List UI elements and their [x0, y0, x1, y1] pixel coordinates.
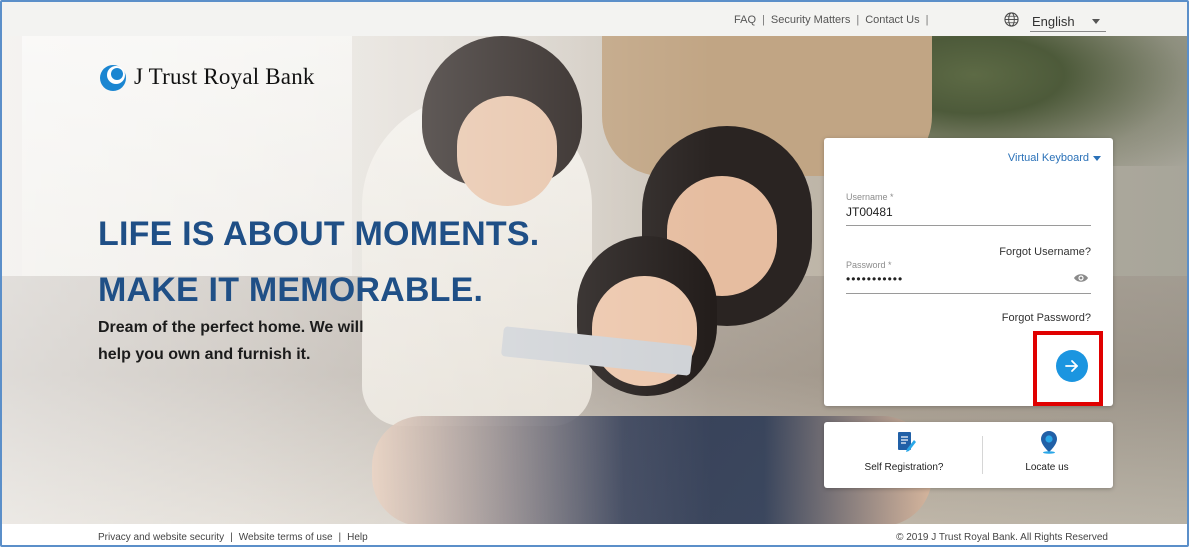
virtual-keyboard-toggle[interactable]: Virtual Keyboard: [1008, 152, 1101, 164]
hero-tagline: Dream of the perfect home. We will help …: [98, 314, 364, 368]
bank-name: J Trust Royal Bank: [134, 64, 315, 89]
hero-headline: LIFE IS ABOUT MOMENTS. MAKE IT MEMORABLE…: [98, 206, 539, 318]
logo-mark-icon: [100, 65, 126, 91]
copyright: © 2019 J Trust Royal Bank. All Rights Re…: [896, 532, 1108, 543]
registration-icon: [898, 432, 916, 452]
forgot-username-link[interactable]: Forgot Username?: [999, 246, 1091, 258]
username-label: Username *: [846, 192, 894, 202]
help-link[interactable]: Help: [347, 532, 368, 543]
faq-link[interactable]: FAQ: [734, 14, 756, 26]
globe-icon: [1004, 12, 1019, 27]
forgot-password-link[interactable]: Forgot Password?: [1002, 312, 1091, 324]
quick-links-card: Self Registration? Locate us: [824, 422, 1113, 488]
separator: |: [925, 14, 929, 26]
password-label: Password *: [846, 260, 892, 270]
arrow-right-icon: [1065, 360, 1078, 372]
separator: |: [230, 532, 233, 543]
top-links: FAQ | Security Matters | Contact Us |: [734, 14, 934, 26]
separator: |: [762, 14, 765, 26]
language-select[interactable]: English: [1030, 10, 1106, 32]
virtual-keyboard-label: Virtual Keyboard: [1007, 152, 1089, 164]
locate-us-button[interactable]: Locate us: [975, 422, 1119, 488]
username-field[interactable]: Username * JT00481: [846, 192, 1091, 226]
security-matters-link[interactable]: Security Matters: [771, 14, 850, 26]
tagline-line: help you own and furnish it.: [98, 346, 311, 363]
footer: Privacy and website security | Website t…: [2, 524, 1187, 545]
login-submit-button[interactable]: [1056, 350, 1088, 382]
headline-line: MAKE IT MEMORABLE.: [98, 271, 484, 309]
terms-link[interactable]: Website terms of use: [239, 532, 333, 543]
chevron-down-icon: [1093, 155, 1101, 161]
separator: |: [338, 532, 342, 543]
password-field[interactable]: Password * •••••••••••: [846, 260, 1091, 294]
username-value: JT00481: [846, 205, 893, 219]
privacy-link[interactable]: Privacy and website security: [98, 532, 224, 543]
locate-us-label: Locate us: [1025, 462, 1069, 473]
footer-links: Privacy and website security | Website t…: [98, 532, 368, 543]
chevron-down-icon: [1092, 19, 1100, 24]
bank-logo[interactable]: J Trust Royal Bank: [96, 60, 315, 94]
language-value: English: [1032, 14, 1075, 29]
headline-line: LIFE IS ABOUT MOMENTS.: [98, 215, 540, 253]
contact-us-link[interactable]: Contact Us: [865, 14, 919, 26]
self-registration-button[interactable]: Self Registration?: [832, 422, 976, 488]
tagline-line: Dream of the perfect home. We will: [98, 319, 364, 336]
location-pin-icon: [1041, 431, 1057, 454]
password-value: •••••••••••: [846, 272, 904, 286]
separator: |: [856, 14, 860, 26]
self-registration-label: Self Registration?: [864, 462, 944, 473]
login-card: Virtual Keyboard Username * JT00481 Forg…: [824, 138, 1113, 406]
eye-icon[interactable]: [1073, 272, 1089, 284]
top-bar: FAQ | Security Matters | Contact Us | En…: [2, 2, 1187, 36]
